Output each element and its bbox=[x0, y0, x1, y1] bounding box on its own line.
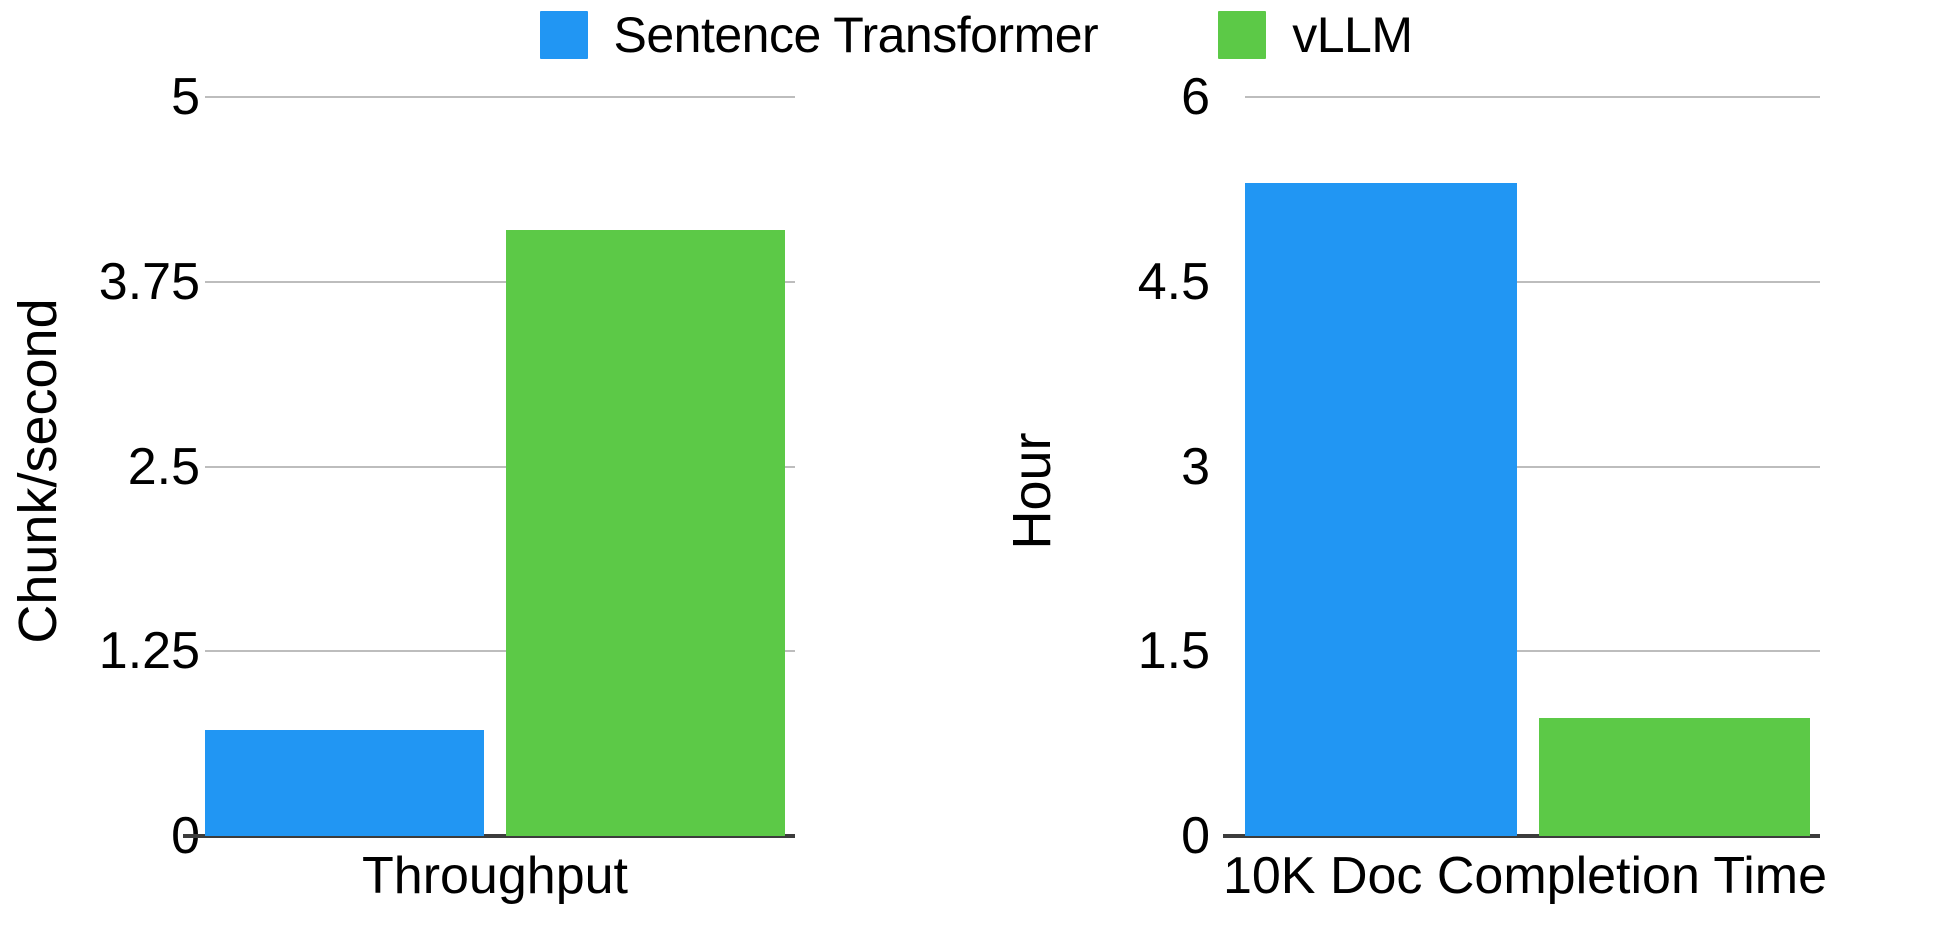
y-axis-tick-labels-left: 5 3.75 2.5 1.25 0 bbox=[20, 70, 200, 940]
y-axis-tick-label: 3 bbox=[1181, 437, 1210, 496]
x-axis-tick-label-completion-time: 10K Doc Completion Time bbox=[1222, 847, 1828, 905]
legend-item-sentence-transformer: Sentence Transformer bbox=[539, 7, 1099, 63]
legend-item-vllm: vLLM bbox=[1218, 7, 1413, 63]
bar-throughput-vllm bbox=[506, 230, 785, 836]
y-axis-tick-label: 2.5 bbox=[127, 437, 200, 496]
chart-panel-throughput: Chunk/second 5 3.75 2.5 1.25 0 Throughput bbox=[0, 70, 1000, 940]
bar-completion-time-sentence-transformer bbox=[1245, 183, 1517, 836]
chart-panel-completion-time: Hour 6 4.5 3 1.5 0 10K Doc Completion Time bbox=[1000, 70, 1952, 940]
y-axis-tick-label: 1.25 bbox=[98, 622, 200, 681]
y-axis-tick-labels-right: 6 4.5 3 1.5 0 bbox=[1060, 70, 1210, 940]
legend-label-sentence-transformer: Sentence Transformer bbox=[613, 7, 1099, 63]
plot-area-throughput bbox=[183, 96, 795, 838]
y-axis-tick-label: 1.5 bbox=[1137, 622, 1210, 681]
bar-completion-time-vllm bbox=[1538, 717, 1810, 836]
bar-throughput-sentence-transformer bbox=[205, 729, 484, 836]
legend-label-vllm: vLLM bbox=[1292, 7, 1413, 63]
gridline bbox=[1245, 96, 1820, 98]
legend-swatch-sentence-transformer bbox=[539, 11, 588, 59]
y-axis-tick-label: 4.5 bbox=[1137, 252, 1210, 311]
chart-legend: Sentence Transformer vLLM bbox=[0, 0, 1952, 70]
y-axis-tick-label: 6 bbox=[1181, 68, 1210, 126]
y-axis-tick-label: 5 bbox=[171, 68, 200, 126]
gridline bbox=[205, 96, 795, 98]
y-axis-tick-label: 3.75 bbox=[98, 252, 200, 311]
plot-area-completion-time bbox=[1223, 96, 1820, 838]
x-axis-tick-label-throughput: Throughput bbox=[362, 847, 628, 905]
legend-swatch-vllm bbox=[1218, 11, 1267, 59]
